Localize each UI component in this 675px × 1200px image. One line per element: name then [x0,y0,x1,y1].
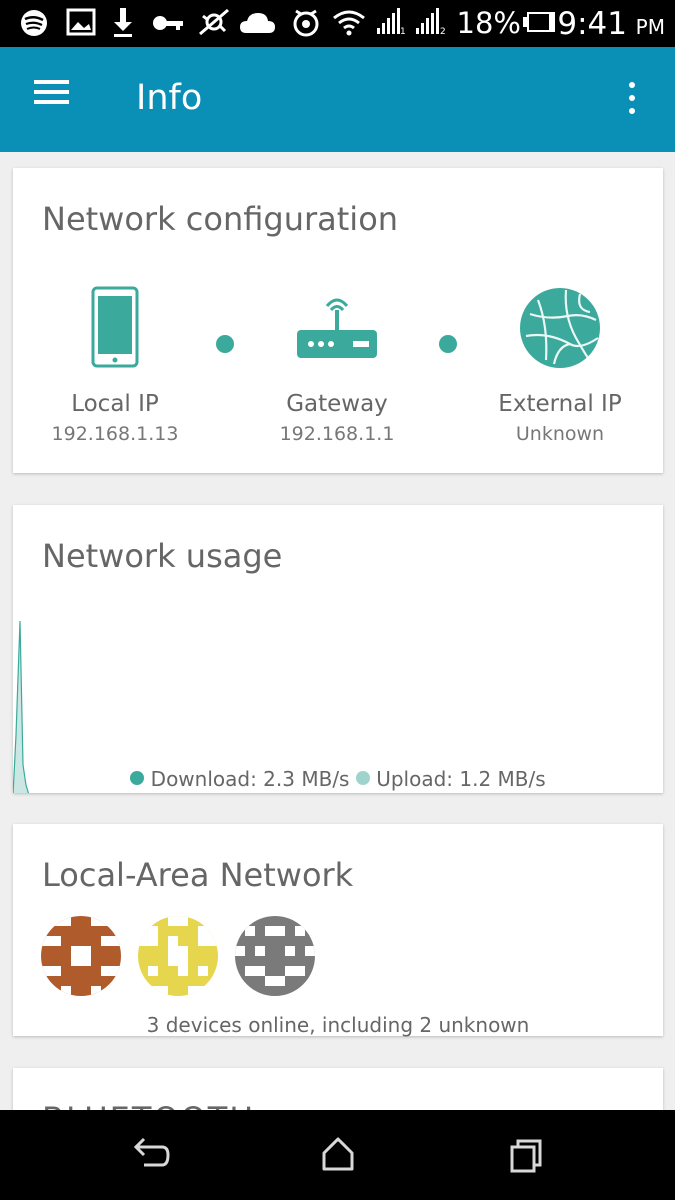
wifi-icon [333,10,365,36]
device-avatar[interactable] [235,916,315,996]
satellite-icon [199,8,229,36]
device-avatar[interactable] [41,916,121,996]
signal-1-icon: 1 [377,8,406,37]
smartphone-icon [91,286,139,368]
battery-icon [523,12,555,32]
globe-icon [520,288,600,368]
node-value-external-ip: Unknown [515,423,605,445]
svg-text:2: 2 [440,27,446,37]
download-icon [114,8,132,37]
usage-legend: Download: 2.3 MB/s Upload: 1.2 MB/s [13,767,663,791]
cloud-icon [240,13,275,33]
battery-percentage: 18% [456,6,521,40]
more-vert-icon[interactable] [624,82,642,118]
node-value-local-ip: 192.168.1.13 [51,423,179,445]
download-rate: Download: 2.3 MB/s [150,767,350,791]
network-usage-card[interactable]: Network usage Download: 2.3 MB/s Upload:… [13,505,663,793]
network-configuration-card[interactable]: Network configuration Local IP 192.168.1… [13,168,663,473]
router-icon [297,298,377,358]
connector-dot [439,335,457,353]
spotify-icon [21,10,47,36]
svg-text:1: 1 [400,27,406,37]
card-title: Local-Area Network [42,856,354,894]
node-label-external-ip: External IP [498,391,622,417]
node-value-gateway: 192.168.1.1 [279,423,395,445]
connector-dot [216,335,234,353]
key-icon [153,16,183,30]
card-title: Network configuration [42,200,399,238]
menu-icon[interactable] [34,80,72,114]
device-avatar[interactable] [138,916,218,996]
download-dot [130,771,145,785]
back-icon[interactable] [128,1135,172,1175]
clock: 9:41 [557,6,627,42]
local-area-network-card[interactable]: Local-Area Network 3 devices online, inc… [13,824,663,1037]
clock-ampm: PM [635,15,665,39]
app-bar: Info [0,47,675,152]
node-label-gateway: Gateway [286,391,388,417]
upload-rate: Upload: 1.2 MB/s [376,767,546,791]
node-label-local-ip: Local IP [71,391,159,417]
status-bar: 1 2 18% 9:41 PM [0,0,675,47]
upload-dot [355,771,370,785]
image-icon [66,8,96,36]
card-title: Network usage [42,537,283,575]
alarm-icon [293,9,319,37]
devices-online-text: 3 devices online, including 2 unknown [146,1013,530,1037]
home-icon[interactable] [316,1135,360,1175]
signal-2-icon: 2 [416,8,446,37]
page-title: Info [136,78,203,118]
navigation-bar [0,1110,675,1200]
recents-icon[interactable] [504,1135,548,1175]
